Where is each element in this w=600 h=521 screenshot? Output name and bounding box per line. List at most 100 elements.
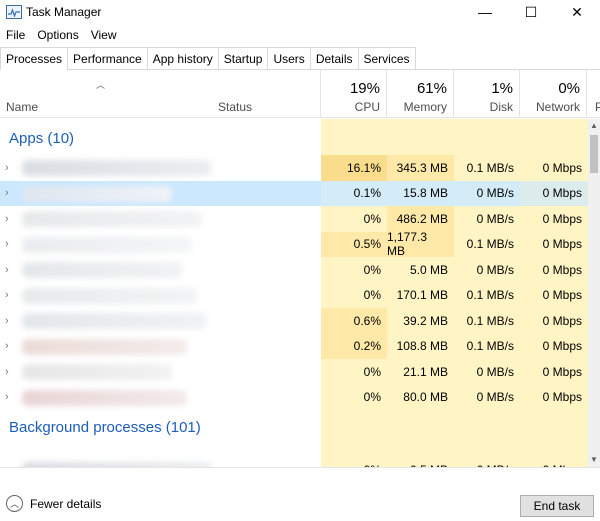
cell-net: 0 Mbps <box>520 282 588 308</box>
column-header-network[interactable]: 0% Network <box>520 70 587 118</box>
table-row[interactable]: › 0% 21.1 MB 0 MB/s 0 Mbps <box>0 359 588 385</box>
table-row[interactable]: ›0%0.5 MB0 MB/s0 Mbps <box>0 457 588 467</box>
chevron-right-icon[interactable]: › <box>5 264 9 276</box>
column-header-memory-label: Memory <box>403 100 447 114</box>
column-header-cpu-label: CPU <box>354 100 380 114</box>
cell-mem: 486.2 MB <box>387 206 454 232</box>
tab-processes[interactable]: Processes <box>0 47 69 70</box>
table-row[interactable]: › 0% 5.0 MB 0 MB/s 0 Mbps <box>0 257 588 283</box>
cell-disk: 0 MB/s <box>454 206 520 232</box>
tab-details[interactable]: Details <box>309 47 359 69</box>
tab-performance[interactable]: Performance <box>67 47 148 69</box>
cell-disk: 0 MB/s <box>454 384 520 410</box>
cell-mem: 80.0 MB <box>387 384 454 410</box>
vertical-scrollbar[interactable]: ▲ ▼ <box>588 119 600 467</box>
group-cpu-cell <box>321 119 387 155</box>
minimize-button[interactable]: — <box>462 0 508 24</box>
tab-startup[interactable]: Startup <box>217 47 269 69</box>
maximize-button[interactable]: ☐ <box>508 0 554 24</box>
cell-mem: 39.2 MB <box>387 308 454 334</box>
group-memory-cell <box>387 119 454 155</box>
cell-net: 0 Mbps <box>520 359 588 385</box>
column-header-status[interactable]: Status <box>213 70 321 118</box>
cell-disk: 0 MB/s <box>454 257 520 283</box>
scroll-thumb[interactable] <box>590 135 598 173</box>
table-row[interactable]: › 0.5% 1,177.3 MB 0.1 MB/s 0 Mbps <box>0 230 588 258</box>
cell-disk: 0 MB/s <box>454 359 520 385</box>
cell-net: 0 Mbps <box>520 308 588 334</box>
disk-total-percent: 1% <box>491 80 513 97</box>
chevron-right-icon[interactable]: › <box>5 187 9 199</box>
menu-file[interactable]: File <box>0 26 31 44</box>
close-button[interactable]: ✕ <box>554 0 600 24</box>
table-row[interactable]: › 0% 486.2 MB 0 MB/s 0 Mbps <box>0 206 588 232</box>
window-title: Task Manager <box>26 5 102 19</box>
list-bottom-border <box>0 467 600 468</box>
scroll-down-arrow-icon[interactable]: ▼ <box>588 453 600 467</box>
cell-cpu: 0% <box>321 282 387 308</box>
group-cpu-cell <box>321 410 387 460</box>
group-header-apps: Apps (10) <box>0 119 588 155</box>
cell-net: 0 Mbps <box>520 180 588 206</box>
column-header-power[interactable]: P <box>587 70 600 118</box>
menu-options[interactable]: Options <box>31 26 84 44</box>
chevron-right-icon[interactable]: › <box>5 391 9 403</box>
column-header-cpu[interactable]: 19% CPU <box>321 70 387 118</box>
task-manager-icon <box>6 5 22 19</box>
menu-view[interactable]: View <box>85 26 123 44</box>
group-label-apps: Apps (10) <box>9 130 75 147</box>
cell-cpu: 0% <box>321 359 387 385</box>
group-header-background: Background processes (101) <box>0 410 588 460</box>
cell-net: 0 Mbps <box>520 257 588 283</box>
end-task-button[interactable]: End task <box>520 495 594 517</box>
cell-disk: 0 MB/s <box>454 180 520 206</box>
redacted-process-name <box>22 185 172 202</box>
cell-disk: 0.1 MB/s <box>454 155 520 181</box>
table-row[interactable]: › 0% 80.0 MB 0 MB/s 0 Mbps <box>0 384 588 410</box>
scroll-up-arrow-icon[interactable]: ▲ <box>588 119 600 133</box>
chevron-right-icon[interactable]: › <box>5 238 9 250</box>
table-row[interactable]: › 16.1% 345.3 MB 0.1 MB/s 0 Mbps <box>0 155 588 181</box>
cell-cpu: 0.6% <box>321 308 387 334</box>
chevron-right-icon[interactable]: › <box>5 213 9 225</box>
tab-services[interactable]: Services <box>357 47 416 69</box>
column-header-name[interactable]: ︿ Name <box>0 70 213 118</box>
tab-app-history[interactable]: App history <box>146 47 219 69</box>
chevron-right-icon[interactable]: › <box>5 340 9 352</box>
group-disk-cell <box>454 119 520 155</box>
cell-net: 0 Mbps <box>520 384 588 410</box>
cell-cpu: 0% <box>321 257 387 283</box>
cell-cpu: 0% <box>321 206 387 232</box>
column-header-disk[interactable]: 1% Disk <box>454 70 520 118</box>
chevron-right-icon[interactable]: › <box>5 162 9 174</box>
cell-mem: 170.1 MB <box>387 282 454 308</box>
cell-mem: 108.8 MB <box>387 333 454 359</box>
cell-net: 0 Mbps <box>520 457 588 467</box>
process-list: Apps (10) › 16.1% 345.3 MB 0.1 MB/s 0 Mbps › 0… <box>0 119 588 467</box>
redacted-process-name <box>22 262 182 278</box>
column-header-memory[interactable]: 61% Memory <box>387 70 454 118</box>
cell-cpu: 0.1% <box>321 180 387 206</box>
tab-users[interactable]: Users <box>267 47 311 69</box>
chevron-right-icon[interactable]: › <box>5 366 9 378</box>
redacted-process-name <box>22 313 207 329</box>
cell-mem: 15.8 MB <box>387 180 454 206</box>
fewer-details-button[interactable]: ︿ Fewer details <box>6 495 101 512</box>
memory-total-percent: 61% <box>416 80 447 97</box>
title-bar[interactable]: Task Manager — ☐ ✕ <box>0 0 600 24</box>
chevron-right-icon[interactable]: › <box>5 315 9 327</box>
cell-cpu: 0.5% <box>321 231 387 257</box>
chevron-right-icon[interactable]: › <box>5 289 9 301</box>
cell-disk: 0.1 MB/s <box>454 231 520 257</box>
column-header-name-label: Name <box>6 100 39 114</box>
column-header-status-label: Status <box>218 100 253 114</box>
cell-disk: 0.1 MB/s <box>454 308 520 334</box>
group-network-cell <box>520 119 588 155</box>
table-row[interactable]: › 0% 170.1 MB 0.1 MB/s 0 Mbps <box>0 282 588 308</box>
chevron-up-circle-icon: ︿ <box>6 495 23 512</box>
table-row[interactable]: › 0.1% 15.8 MB 0 MB/s 0 Mbps <box>0 180 588 206</box>
table-row[interactable]: › 0.6% 39.2 MB 0.1 MB/s 0 Mbps <box>0 308 588 334</box>
table-row[interactable]: › 0.2% 108.8 MB 0.1 MB/s 0 Mbps <box>0 333 588 359</box>
redacted-process-name <box>22 364 172 380</box>
group-disk-cell <box>454 410 520 460</box>
